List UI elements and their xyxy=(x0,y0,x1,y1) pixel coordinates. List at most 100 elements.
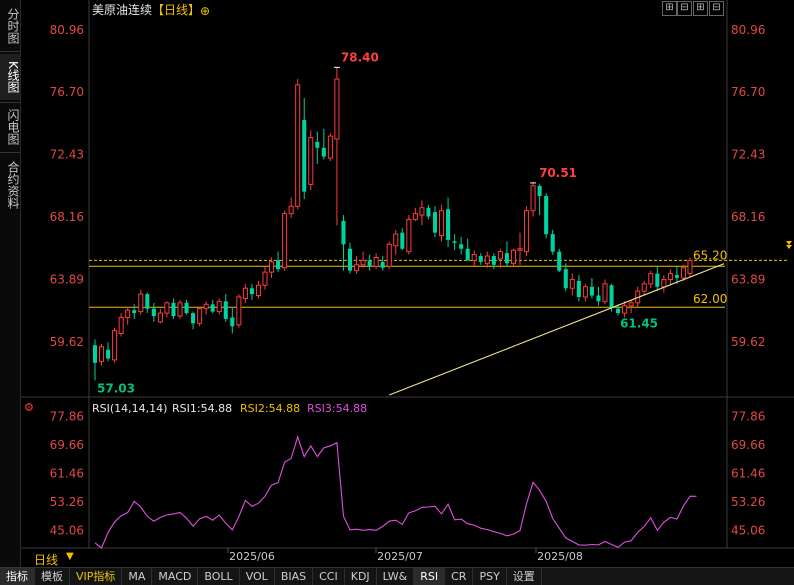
layout-button-4[interactable]: ⊟ xyxy=(709,1,724,16)
candle-body xyxy=(321,147,326,157)
candle-body xyxy=(341,220,346,245)
candle-body xyxy=(622,305,628,314)
rsi-right-label: 77.86 xyxy=(731,409,765,423)
period-selector[interactable]: 日线 xyxy=(34,551,58,568)
low-annotation: 57.03 xyxy=(97,381,135,395)
tab-rsi[interactable]: RSI xyxy=(414,568,446,585)
candle-body xyxy=(426,207,431,217)
trendline[interactable] xyxy=(389,263,725,396)
rsi-left-label: 69.66 xyxy=(50,438,84,452)
high-annotation: 78.40 xyxy=(341,50,379,64)
candle-body xyxy=(400,232,405,249)
candle-body xyxy=(315,141,320,148)
support-trendline xyxy=(389,263,725,396)
candle-body xyxy=(616,308,621,314)
peak-annotation: 70.51 xyxy=(539,166,577,180)
candle-body xyxy=(223,301,228,319)
tab-macd[interactable]: MACD xyxy=(152,568,199,585)
recent-low-annotation: 61.45 xyxy=(620,316,658,330)
support-price-label: 62.00 xyxy=(693,292,727,306)
tab-vip[interactable]: VIP指标 xyxy=(70,568,123,585)
tab-cci[interactable]: CCI xyxy=(313,568,345,585)
rsi-right-label: 69.66 xyxy=(731,438,765,452)
right-price-label: 80.96 xyxy=(731,23,765,37)
candle-body xyxy=(550,234,555,252)
layout-button-2[interactable]: ⊟ xyxy=(677,1,692,16)
gear-icon[interactable] xyxy=(25,403,33,411)
left-price-label: 80.96 xyxy=(50,23,84,37)
candle-body xyxy=(99,346,105,362)
candle-body xyxy=(491,256,496,265)
rsi-right-label: 45.06 xyxy=(731,523,765,537)
candle-body xyxy=(563,269,568,289)
tab-ma[interactable]: MA xyxy=(122,568,153,585)
candle-body xyxy=(380,261,385,268)
x-axis-label: 2025/08 xyxy=(537,550,583,563)
candle-body xyxy=(504,253,509,264)
candle-body xyxy=(112,330,118,361)
candle-body xyxy=(497,251,503,260)
candle-body xyxy=(282,213,288,269)
tab-kdj[interactable]: KDJ xyxy=(345,568,377,585)
candle-body xyxy=(164,302,170,314)
tab-cr[interactable]: CR xyxy=(445,568,474,585)
candle-body xyxy=(249,288,254,295)
candle-body xyxy=(125,309,131,318)
rsi-right-axis: 77.86 69.66 61.46 53.26 45.06 xyxy=(731,409,765,537)
tab-vol[interactable]: VOL xyxy=(240,568,275,585)
candle-body xyxy=(674,275,679,278)
x-axis-labels: 2025/06 2025/07 2025/08 xyxy=(227,548,583,563)
candle-body xyxy=(406,218,412,253)
candle-body xyxy=(145,294,150,309)
tab-bias[interactable]: BIAS xyxy=(275,568,314,585)
layout-button-1[interactable]: ⊞ xyxy=(662,1,677,16)
chart-title: 美原油连续 xyxy=(92,2,152,17)
tab--14[interactable]: 设置 xyxy=(507,568,542,585)
candle-body xyxy=(184,302,189,314)
candle-body xyxy=(667,273,673,280)
tab-lw[interactable]: LW& xyxy=(377,568,415,585)
right-price-label: 72.43 xyxy=(731,148,765,162)
layout-button-3[interactable]: ⊞ xyxy=(693,1,708,16)
tab-psy[interactable]: PSY xyxy=(473,568,507,585)
current-price-label: 65.20 xyxy=(693,248,727,262)
candle-body xyxy=(138,293,144,313)
candle-body xyxy=(132,310,137,314)
candle-body xyxy=(641,283,647,292)
right-price-label: 63.89 xyxy=(731,273,765,287)
rsi-line xyxy=(94,434,697,549)
candle-body xyxy=(484,255,490,264)
candle-body xyxy=(537,185,542,197)
left-price-label: 63.89 xyxy=(50,273,84,287)
right-price-axis: 80.96 76.70 72.43 68.16 63.89 59.62 xyxy=(731,23,765,349)
add-symbol-icon[interactable]: ⊕ xyxy=(200,4,210,18)
candle-body xyxy=(177,302,183,317)
chart-canvas[interactable]: 美原油连续 【日线】 ⊕ 80.96 76.70 72.43 68.16 63.89 59… xyxy=(0,0,794,567)
candle-body xyxy=(557,251,562,271)
tab--0[interactable]: 指标 xyxy=(0,568,35,585)
candle-body xyxy=(255,284,261,297)
right-price-label: 68.16 xyxy=(731,210,765,224)
chevron-down-icon[interactable]: ▼ xyxy=(66,551,74,562)
candle-body xyxy=(569,278,575,289)
rsi-left-label: 45.06 xyxy=(50,523,84,537)
tab--1[interactable]: 模板 xyxy=(35,568,70,585)
candle-body xyxy=(269,261,275,273)
candle-body xyxy=(452,241,457,243)
candle-body xyxy=(655,273,660,287)
rsi2-value: RSI2:54.88 xyxy=(240,402,300,415)
candle-body xyxy=(530,185,536,212)
candle-body xyxy=(687,259,693,275)
candle-body xyxy=(230,317,235,327)
tab-boll[interactable]: BOLL xyxy=(198,568,240,585)
candle-body xyxy=(92,345,98,363)
candlesticks xyxy=(92,66,693,381)
candle-body xyxy=(262,271,268,286)
period-bracket: 【日线】 xyxy=(152,3,200,17)
candle-body xyxy=(197,308,203,324)
candle-body xyxy=(151,308,156,317)
x-axis-label: 2025/07 xyxy=(377,550,423,563)
candle-body xyxy=(236,296,242,326)
rsi-left-axis: 77.86 69.66 61.46 53.26 45.06 xyxy=(50,409,84,537)
candle-body xyxy=(432,212,438,233)
